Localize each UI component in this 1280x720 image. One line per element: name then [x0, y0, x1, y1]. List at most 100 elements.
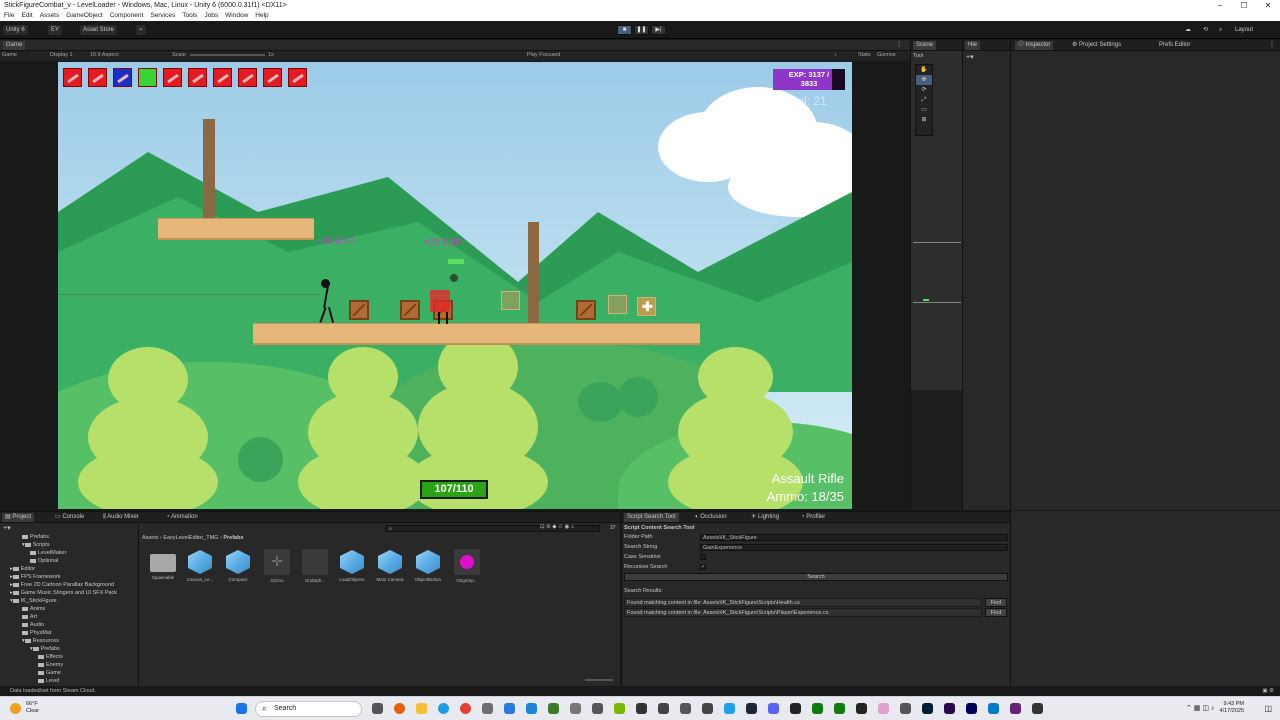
tool-dropdown[interactable]: Tool [913, 53, 923, 59]
asset-item[interactable]: OriginSp... [448, 549, 486, 583]
edge-icon[interactable] [438, 703, 449, 714]
vscode-icon[interactable] [988, 703, 999, 714]
tab-inspector[interactable]: ⓘ Inspector [1015, 41, 1054, 50]
game-view[interactable]: ✚ EXP: 3137 / 3833 Level: 21 Kills: 3 +2 [0, 61, 910, 510]
app-icon[interactable] [482, 703, 493, 714]
search-icon[interactable]: ⌕ [1216, 25, 1225, 35]
display-dropdown[interactable]: Display 1 [50, 52, 73, 58]
menu-gameobject[interactable]: GameObject [66, 11, 103, 21]
app-icon[interactable] [724, 703, 735, 714]
weather-widget[interactable]: 66°F Clear [26, 701, 39, 715]
chrome-icon[interactable] [460, 703, 471, 714]
menu-window[interactable]: Window [225, 11, 248, 21]
scale-tool-icon[interactable]: ⤢ [916, 95, 932, 105]
asset-item[interactable]: ✛ Gizmo [258, 549, 296, 583]
asset-item[interactable]: GridSph... [296, 549, 334, 583]
menu-services[interactable]: Services [150, 11, 175, 21]
aftereffects-icon[interactable] [966, 703, 977, 714]
asset-item[interactable]: Canvas_Le... [181, 549, 219, 582]
account-dropdown[interactable]: EY [48, 25, 63, 35]
premiere-icon[interactable] [944, 703, 955, 714]
project-tree-item[interactable]: ▸ Free 2D Cartoon Parallax Background [10, 582, 114, 588]
panel-menu-icon[interactable]: ⋮ [893, 41, 905, 50]
project-tree-item[interactable]: ▸ Game Music Stingers and UI SFX Pack [10, 590, 117, 596]
project-tree-item[interactable]: ▸ Editor [10, 566, 35, 572]
tab-scene[interactable]: Scene [913, 41, 937, 50]
app-icon[interactable] [658, 703, 669, 714]
rect-tool-icon[interactable]: ▭ [916, 105, 932, 115]
hand-tool-icon[interactable]: ✋ [916, 65, 932, 75]
case-sensitive-checkbox[interactable] [700, 554, 706, 560]
app-icon[interactable] [570, 703, 581, 714]
app-icon[interactable] [548, 703, 559, 714]
recursive-search-checkbox[interactable]: ✓ [700, 564, 706, 570]
tab-hierarchy[interactable]: Hie [965, 41, 981, 50]
project-tree-item[interactable]: Enemy [38, 662, 63, 668]
pause-button[interactable]: ❚❚ [634, 25, 649, 35]
project-tree-item[interactable]: Effects [38, 654, 63, 660]
game-canvas[interactable]: ✚ EXP: 3137 / 3833 Level: 21 Kills: 3 +2 [58, 62, 852, 509]
mute-icon[interactable]: ♪ [834, 52, 837, 58]
asset-item[interactable]: LoadObjects [333, 549, 371, 582]
tab-project-settings[interactable]: ⚙ Project Settings [1069, 41, 1124, 50]
tab-game[interactable]: Game [3, 41, 26, 50]
scale-slider[interactable] [190, 54, 265, 56]
find-button[interactable]: Find [985, 598, 1007, 607]
project-tree-item[interactable]: PhysMat [22, 630, 51, 636]
add-object-icon[interactable]: +▾ [966, 53, 974, 61]
unity-account-button[interactable]: Unity 6 [3, 25, 28, 35]
unity-icon[interactable] [856, 703, 867, 714]
store-icon[interactable] [526, 703, 537, 714]
app-icon[interactable] [702, 703, 713, 714]
project-tree-item[interactable]: Optional [30, 558, 59, 564]
tab-animation[interactable]: ◔ Animation [163, 513, 201, 522]
nvidia-icon[interactable] [614, 703, 625, 714]
project-tree-item[interactable]: ▾ IK_StickFigure [10, 598, 57, 604]
breadcrumb-item[interactable]: Prefabs [223, 535, 243, 541]
menu-edit[interactable]: Edit [21, 11, 32, 21]
stats-button[interactable]: Stats [858, 52, 871, 58]
project-tree-item[interactable]: Art [22, 614, 37, 620]
menu-file[interactable]: File [4, 11, 14, 21]
close-icon[interactable]: ✕ [1256, 0, 1280, 11]
project-tree-item[interactable]: ▾ Prefabs [30, 646, 60, 652]
settings-icon[interactable] [680, 703, 691, 714]
project-tree-item[interactable]: Level [38, 678, 59, 684]
gizmos-button[interactable]: Gizmos [877, 52, 896, 58]
project-tree-item[interactable]: ▾ Scripts [22, 542, 50, 548]
unity-hub-icon[interactable] [1032, 703, 1043, 714]
visual-studio-icon[interactable] [1010, 703, 1021, 714]
search-button[interactable]: Search [624, 573, 1008, 581]
create-asset-icon[interactable]: +▾ [3, 524, 11, 532]
task-view-icon[interactable] [372, 703, 383, 714]
status-icons[interactable]: ▣ ⚙ [1262, 686, 1274, 696]
tab-project[interactable]: ▤ Project [2, 513, 35, 522]
project-tree-item[interactable]: Prefabs [22, 534, 49, 540]
asset-item[interactable]: Main Camera [371, 549, 409, 582]
history-icon[interactable]: ⟲ [1200, 25, 1211, 35]
menu-component[interactable]: Component [110, 11, 144, 21]
menu-help[interactable]: Help [255, 11, 268, 21]
weather-icon[interactable] [10, 703, 21, 714]
tab-audio-mixer[interactable]: ⫼ Audio Mixer [100, 513, 142, 522]
tab-console[interactable]: ▭ Console [52, 513, 87, 522]
project-tree-item[interactable]: ▾ Resources [22, 638, 59, 644]
asset-item[interactable]: Spawnable [144, 549, 182, 580]
start-button[interactable] [236, 703, 247, 714]
panel-menu-icon[interactable]: ⋮ [1266, 41, 1278, 50]
project-tree-item[interactable]: LevelMaker [30, 550, 66, 556]
menu-assets[interactable]: Assets [40, 11, 60, 21]
rotate-tool-icon[interactable]: ⟳ [916, 85, 932, 95]
app-icon[interactable] [592, 703, 603, 714]
minimize-icon[interactable]: – [1208, 0, 1232, 11]
firefox-icon[interactable] [394, 703, 405, 714]
breadcrumb-item[interactable]: EasyLevelEditor_TMG [163, 535, 218, 541]
cloud-icon[interactable]: ☁ [1182, 25, 1194, 35]
project-filter-icons[interactable]: ⊡ ⊜ ◆ ☆ ◉ ⌂ [540, 524, 574, 530]
discord-icon[interactable] [768, 703, 779, 714]
system-clock[interactable]: 9:43 PM 4/17/2025 [1220, 701, 1244, 715]
tab-profiler[interactable]: ◔ Profiler [798, 513, 828, 522]
find-button[interactable]: Find [985, 608, 1007, 617]
project-tree-item[interactable]: Audio [22, 622, 44, 628]
app-icon[interactable] [900, 703, 911, 714]
